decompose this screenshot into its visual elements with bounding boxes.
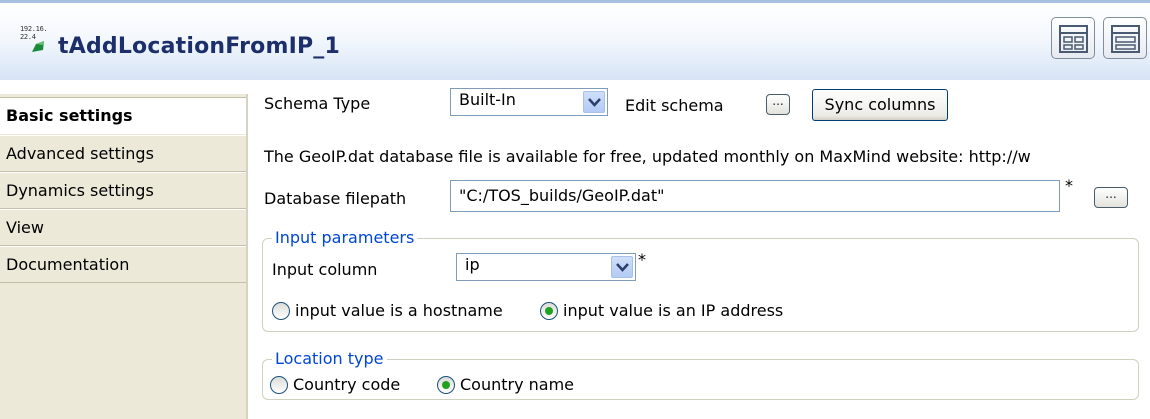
radio-country-name[interactable] [437,376,455,394]
edit-schema-button[interactable]: ... [766,94,790,115]
radio-country-code[interactable] [270,376,288,394]
radio-selected-dot [442,381,450,389]
database-filepath-input[interactable]: "C:/TOS_builds/GeoIP.dat" [450,180,1060,212]
browse-file-button[interactable]: ... [1094,187,1128,208]
schema-type-label: Schema Type [264,94,371,113]
chevron-down-icon[interactable] [583,91,605,113]
sidebar-item-basic-settings[interactable]: Basic settings [0,97,246,134]
sidebar-item-label: Advanced settings [6,144,154,163]
sidebar-item-label: Basic settings [6,106,133,125]
sidebar-item-view[interactable]: View [0,209,246,246]
required-asterisk: * [1065,176,1073,195]
radio-ip-address[interactable] [540,302,558,320]
database-filepath-label: Database filepath [264,189,407,208]
radio-selected-dot [545,307,553,315]
component-icon-text-line1: 192.16. [20,25,48,33]
sidebar-item-label: Dynamics settings [6,181,154,200]
input-parameters-title: Input parameters [272,228,418,247]
grid-layout-button[interactable] [1051,17,1095,59]
sidebar-divider [246,94,248,419]
schema-type-select[interactable]: Built-In [450,88,608,116]
row-layout-button[interactable] [1103,17,1147,59]
input-column-select[interactable]: ip [456,253,636,281]
sidebar-item-dynamics-settings[interactable]: Dynamics settings [0,172,246,209]
location-type-title: Location type [272,349,387,368]
edit-schema-label: Edit schema [625,96,724,115]
component-icon: 192.16. 22.4 [20,25,50,55]
grid-layout-icon [1059,25,1088,53]
info-text: The GeoIP.dat database file is available… [264,147,1031,166]
row-layout-icon [1111,25,1140,53]
input-column-value: ip [465,255,480,274]
sidebar-item-label: Documentation [6,255,130,274]
radio-hostname-label: input value is a hostname [295,301,503,320]
location-pin-icon [32,41,44,52]
page-title: tAddLocationFromIP_1 [58,34,341,59]
radio-hostname[interactable] [272,302,290,320]
sidebar-item-label: View [6,218,44,237]
title-bar: 192.16. 22.4 tAddLocationFromIP_1 [0,0,1150,80]
required-asterisk: * [638,250,646,269]
radio-country-name-label: Country name [460,375,575,394]
sidebar-item-documentation[interactable]: Documentation [0,246,246,283]
radio-ip-address-label: input value is an IP address [563,301,784,320]
sync-columns-button[interactable]: Sync columns [812,89,948,121]
radio-country-code-label: Country code [293,375,401,394]
input-column-label: Input column [272,260,378,279]
chevron-down-icon[interactable] [611,256,633,278]
schema-type-value: Built-In [459,90,516,109]
sidebar-item-advanced-settings[interactable]: Advanced settings [0,135,246,172]
